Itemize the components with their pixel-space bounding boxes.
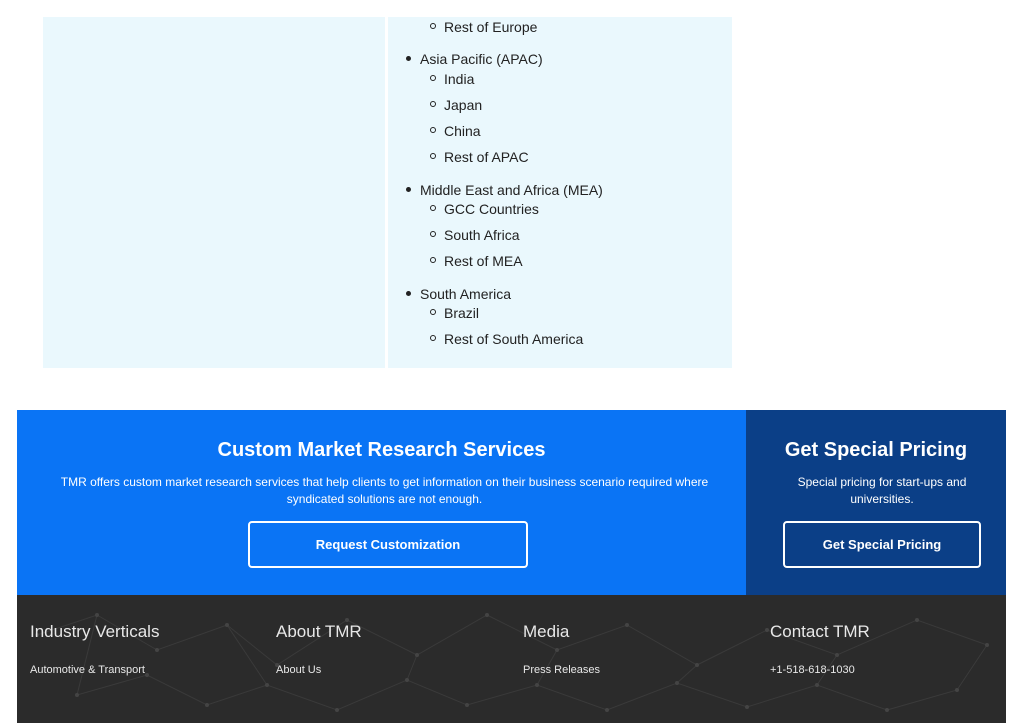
- custom-research-panel: Custom Market Research Services TMR offe…: [17, 410, 746, 595]
- custom-research-description: TMR offers custom market research servic…: [60, 475, 709, 506]
- list-item: Rest of Europe: [444, 19, 538, 35]
- network-pattern-background: [35, 613, 989, 712]
- bullet-icon: [406, 56, 411, 61]
- sub-bullet-icon: [430, 205, 436, 211]
- list-item: Middle East and Africa (MEA): [420, 182, 603, 198]
- bullet-icon: [406, 187, 411, 192]
- footer-heading: Contact TMR: [770, 622, 870, 641]
- phone-link[interactable]: +1-518-618-1030: [770, 664, 855, 676]
- list-item: Japan: [444, 97, 483, 113]
- bullet-icon: [406, 291, 411, 296]
- list-item: South Africa: [444, 227, 520, 243]
- special-pricing-description: Special pricing for start-ups and univer…: [797, 475, 967, 506]
- sub-bullet-icon: [430, 75, 436, 81]
- sub-bullet-icon: [430, 23, 436, 29]
- list-item: China: [444, 123, 481, 139]
- cta-band: Custom Market Research Services TMR offe…: [17, 410, 1006, 595]
- sub-bullet-icon: [430, 309, 436, 315]
- list-item: India: [444, 71, 475, 87]
- list-item: Rest of APAC: [444, 149, 529, 165]
- footer-heading: Industry Verticals: [30, 622, 160, 641]
- special-pricing-title: Get Special Pricing: [784, 439, 968, 461]
- special-pricing-panel: Get Special Pricing Special pricing for …: [746, 410, 1006, 595]
- footer-heading: About TMR: [276, 622, 362, 641]
- table-cell-left: [43, 17, 385, 368]
- segmentation-table: [43, 17, 732, 368]
- sub-bullet-icon: [430, 231, 436, 237]
- sub-bullet-icon: [430, 257, 436, 263]
- sub-bullet-icon: [430, 101, 436, 107]
- list-item: Brazil: [444, 305, 480, 321]
- footer-heading: Media: [523, 622, 570, 641]
- sub-bullet-icon: [430, 335, 436, 341]
- footer: Industry Verticals Automotive & Transpor…: [17, 595, 1006, 723]
- get-special-pricing-button[interactable]: Get Special Pricing: [783, 521, 981, 568]
- footer-link[interactable]: Press Releases: [523, 664, 600, 676]
- list-item: GCC Countries: [444, 201, 539, 217]
- list-item: Rest of South America: [444, 331, 584, 347]
- footer-link[interactable]: About Us: [276, 664, 321, 676]
- request-customization-button[interactable]: Request Customization: [248, 521, 528, 568]
- sub-bullet-icon: [430, 127, 436, 133]
- sub-bullet-icon: [430, 153, 436, 159]
- footer-link[interactable]: Automotive & Transport: [30, 664, 145, 676]
- list-item: South America: [420, 286, 512, 302]
- list-item: Rest of MEA: [444, 253, 523, 269]
- list-item: Asia Pacific (APAC): [420, 51, 543, 67]
- custom-research-title: Custom Market Research Services: [217, 439, 546, 461]
